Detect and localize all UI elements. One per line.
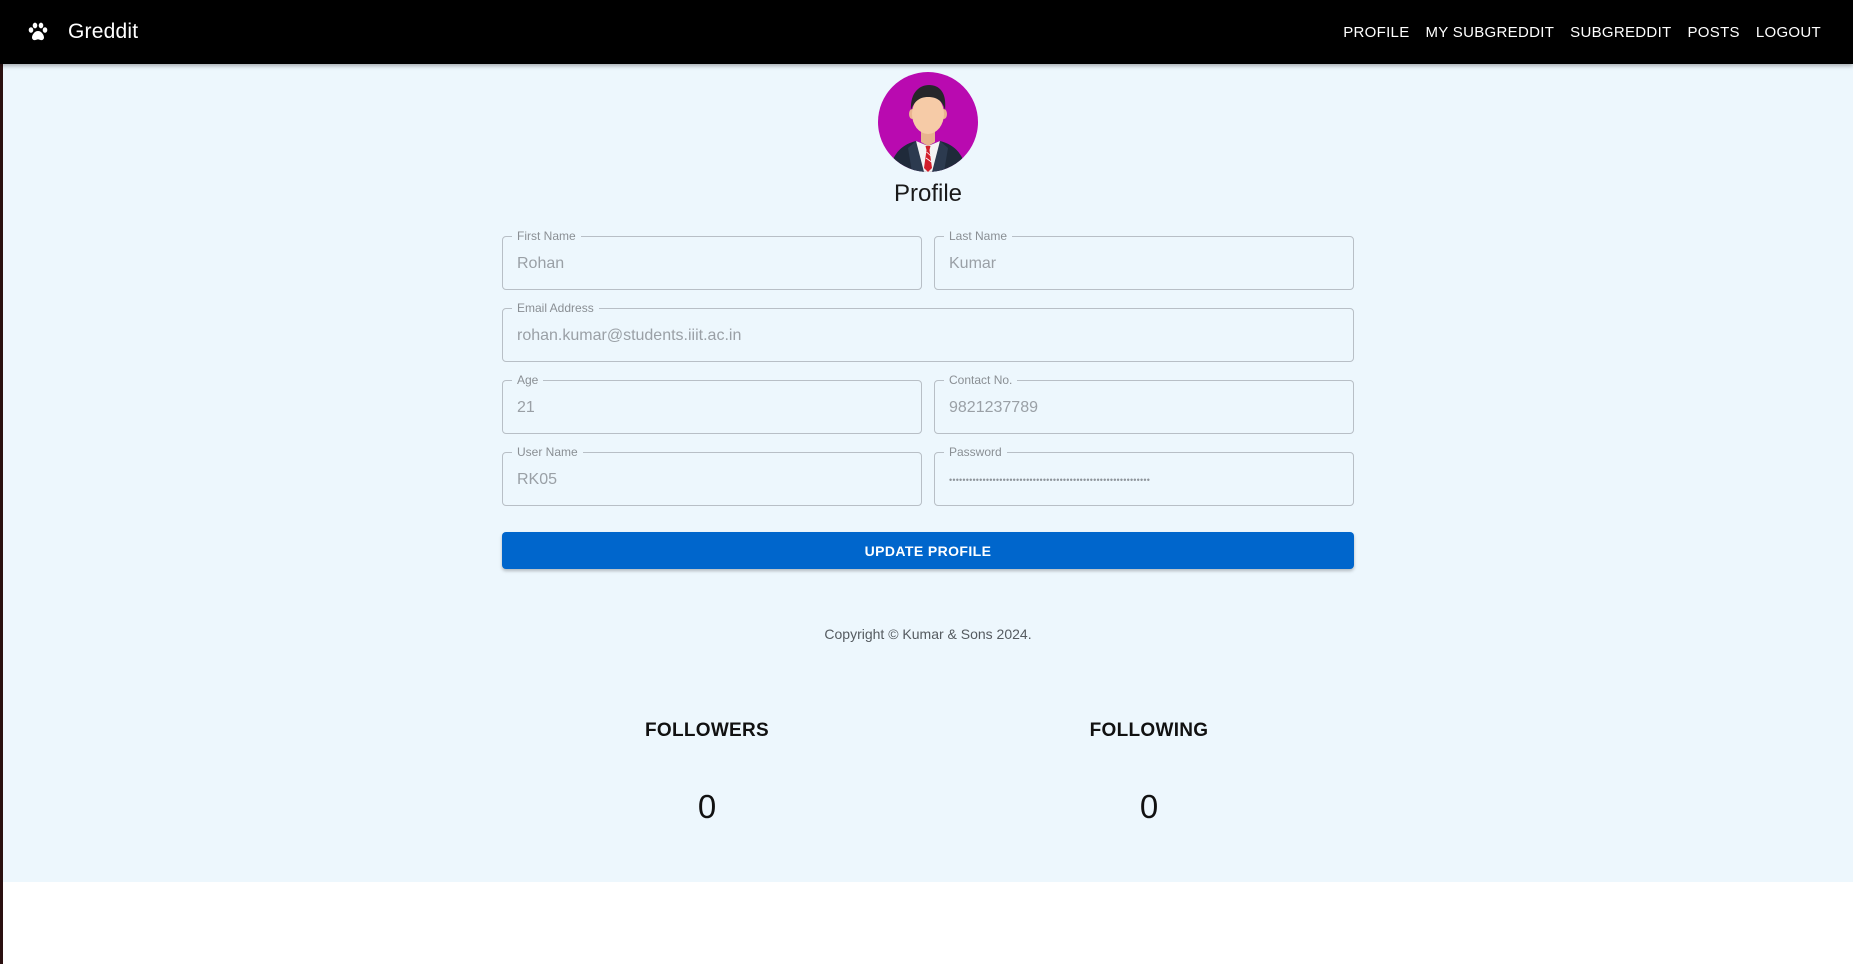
- last-name-field[interactable]: Last Name: [934, 229, 1354, 291]
- password-input[interactable]: ••••••••••••••••••••••••••••••••••••••••…: [949, 453, 1339, 507]
- avatar: [878, 72, 978, 172]
- page-title: Profile: [893, 180, 963, 207]
- nav-my-subgreddit[interactable]: MY SUBGREDDIT: [1418, 18, 1563, 47]
- following-count[interactable]: 0: [999, 788, 1299, 826]
- update-profile-button[interactable]: UPDATE PROFILE: [502, 532, 1354, 569]
- following-heading[interactable]: FOLLOWING: [999, 720, 1299, 742]
- password-field[interactable]: Password •••••••••••••••••••••••••••••••…: [934, 445, 1354, 507]
- app-title: Greddit: [68, 20, 139, 43]
- copyright-text: Copyright © Kumar & Sons 2024.: [824, 626, 1032, 642]
- username-input[interactable]: [517, 453, 907, 507]
- email-field[interactable]: Email Address: [502, 301, 1354, 363]
- nav-subgreddit[interactable]: SUBGREDDIT: [1562, 18, 1679, 47]
- contact-input[interactable]: [949, 381, 1339, 435]
- first-name-input[interactable]: [517, 237, 907, 291]
- contact-field[interactable]: Contact No.: [934, 373, 1354, 435]
- nav-posts[interactable]: POSTS: [1680, 18, 1748, 47]
- businessman-avatar-icon: [890, 85, 966, 172]
- username-field[interactable]: User Name: [502, 445, 922, 507]
- last-name-input[interactable]: [949, 237, 1339, 291]
- first-name-field[interactable]: First Name: [502, 229, 922, 291]
- followers-count[interactable]: 0: [557, 788, 857, 826]
- paw-icon: [26, 20, 50, 44]
- app-bar: Greddit PROFILE MY SUBGREDDIT SUBGREDDIT…: [0, 0, 1853, 64]
- age-field[interactable]: Age: [502, 373, 922, 435]
- email-input[interactable]: [517, 309, 1339, 363]
- profile-page: Profile First Name Last Name Email Addre…: [3, 64, 1853, 882]
- age-input[interactable]: [517, 381, 907, 435]
- nav-profile[interactable]: PROFILE: [1335, 18, 1417, 47]
- followers-heading[interactable]: FOLLOWERS: [557, 720, 857, 742]
- nav-logout[interactable]: LOGOUT: [1748, 18, 1829, 47]
- top-nav: PROFILE MY SUBGREDDIT SUBGREDDIT POSTS L…: [1335, 0, 1829, 64]
- brand[interactable]: Greddit: [26, 0, 138, 64]
